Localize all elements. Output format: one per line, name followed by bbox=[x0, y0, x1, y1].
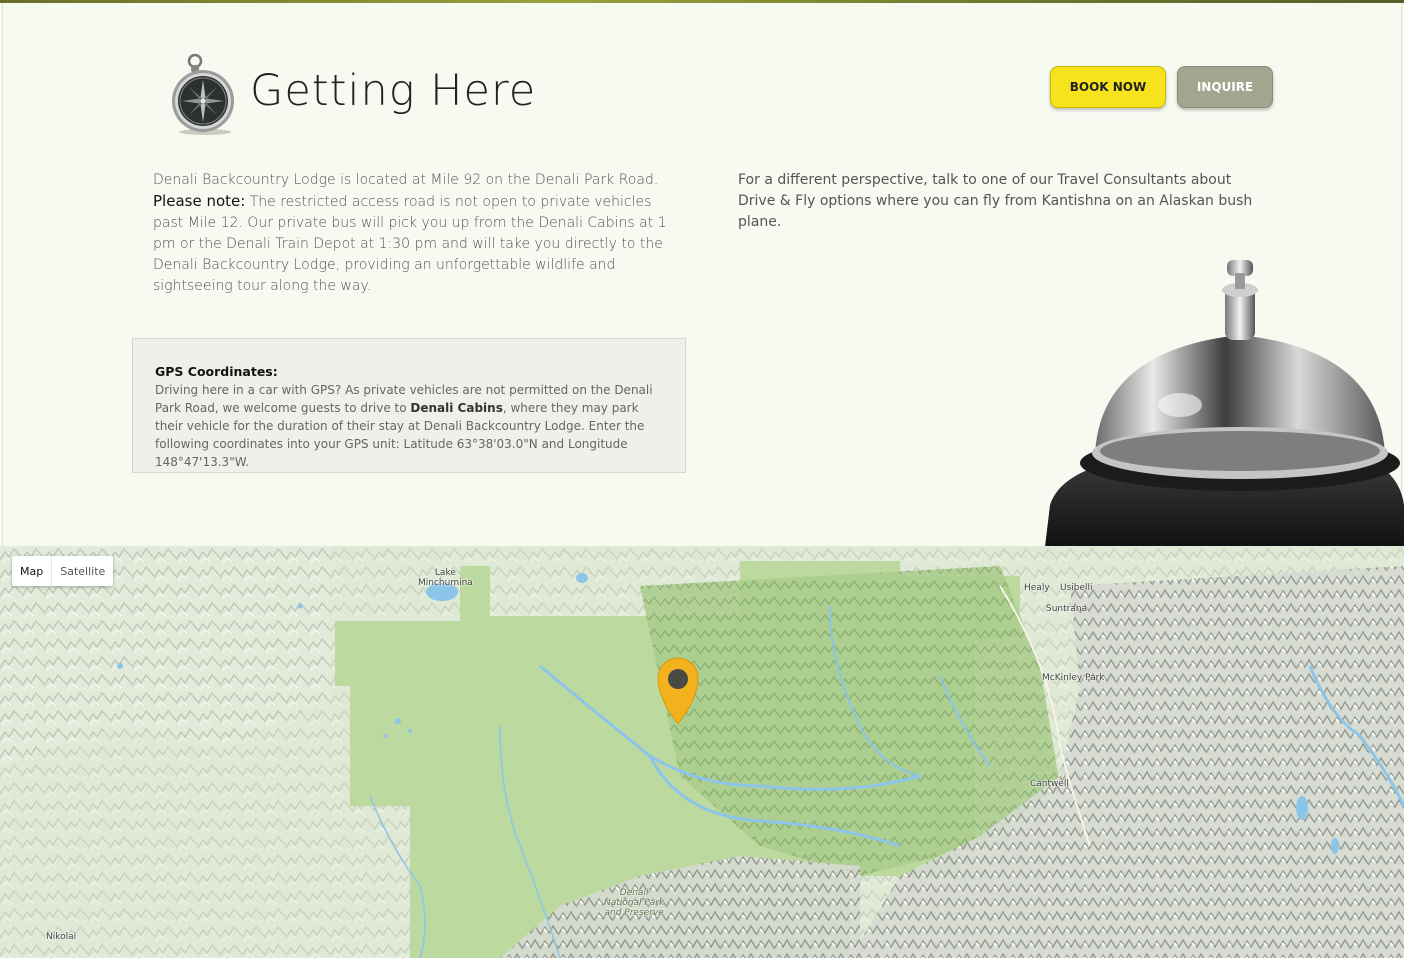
map-label-park-line1: Denali bbox=[619, 888, 649, 898]
gps-place: Denali Cabins bbox=[410, 401, 503, 415]
map-type-control[interactable]: Map Satellite bbox=[12, 556, 114, 586]
map-type-satellite-button[interactable]: Satellite bbox=[51, 556, 113, 586]
map-label-lake-line2: Minchumina bbox=[418, 578, 473, 588]
drive-fly-paragraph: For a different perspective, talk to one… bbox=[738, 172, 1253, 230]
map-type-map-button[interactable]: Map bbox=[12, 556, 51, 586]
note-label: Please note: bbox=[153, 192, 246, 210]
map-label-nikolai: Nikolai bbox=[46, 932, 77, 942]
intro-location: Denali Backcountry Lodge is located at M… bbox=[153, 172, 659, 188]
gps-text: Driving here in a car with GPS? As priva… bbox=[155, 381, 663, 471]
book-now-button[interactable]: BOOK NOW bbox=[1050, 66, 1166, 108]
page-title: Getting Here bbox=[250, 66, 537, 116]
gps-coordinates-box: GPS Coordinates: Driving here in a car w… bbox=[132, 338, 686, 473]
map-label-lake-line1: Lake bbox=[434, 568, 456, 578]
map-label-cantwell: Cantwell bbox=[1030, 779, 1069, 789]
map-label-park-line3: and Preserve bbox=[604, 908, 664, 918]
map-label-healy: Healy bbox=[1024, 583, 1050, 593]
service-bell-image bbox=[1045, 260, 1404, 547]
map-label-mckinley-park: McKinley Park bbox=[1042, 673, 1105, 683]
gps-heading: GPS Coordinates: bbox=[155, 364, 278, 379]
map-label-suntrana: Suntrana bbox=[1046, 604, 1088, 614]
map-label-park-line2: National Park bbox=[604, 898, 665, 908]
map-label-denali-park: Denali National Park and Preserve bbox=[604, 888, 664, 918]
map-label-lake-minchumina: Lake Minchumina bbox=[418, 568, 473, 588]
map-area[interactable] bbox=[0, 546, 1404, 958]
map-label-usibelli: Usibelli bbox=[1060, 583, 1093, 593]
map-canvas[interactable] bbox=[0, 546, 1404, 958]
inquire-button[interactable]: INQUIRE bbox=[1177, 66, 1273, 108]
intro-paragraph: Denali Backcountry Lodge is located at M… bbox=[153, 170, 673, 297]
compass-icon bbox=[172, 53, 234, 135]
